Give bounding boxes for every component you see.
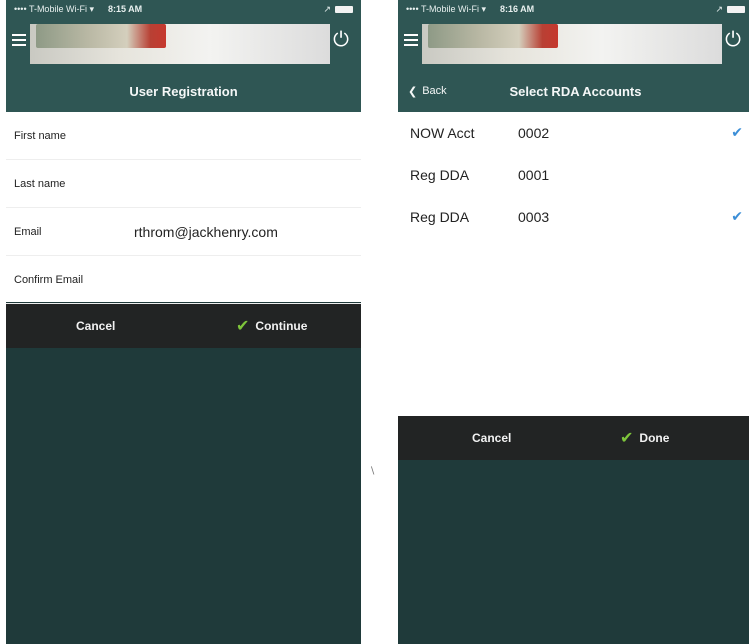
stray-mark: ∖ — [369, 466, 376, 477]
back-label: Back — [422, 85, 447, 97]
checkmark-icon: ✔ — [731, 208, 743, 224]
cancel-label: Cancel — [76, 319, 116, 333]
hamburger-icon[interactable] — [404, 34, 418, 46]
location-icon: ↗ — [323, 3, 331, 14]
power-icon[interactable]: ⏻ — [721, 30, 745, 58]
account-number: 0003 — [518, 209, 550, 225]
done-label: Done — [639, 431, 670, 445]
status-icons: ↗ — [323, 4, 353, 15]
chevron-left-icon: ❮ — [408, 85, 418, 98]
bank-banner — [422, 24, 722, 64]
last-name-label: Last name — [14, 177, 66, 190]
account-number: 0002 — [518, 125, 550, 141]
battery-icon — [335, 5, 353, 13]
phone-screen-registration: •••• T-Mobile Wi-Fi ▾ 8:15 AM ↗ ⏻ User R… — [6, 0, 361, 644]
continue-label: Continue — [255, 319, 308, 333]
list-item[interactable]: Reg DDA 0003 ✔ — [398, 196, 749, 238]
carrier-label: •••• T-Mobile Wi-Fi ▾ — [406, 3, 486, 14]
cancel-button[interactable]: Cancel — [76, 304, 115, 348]
battery-icon — [727, 5, 745, 13]
first-name-label: First name — [14, 129, 66, 142]
location-icon: ↗ — [715, 3, 723, 14]
action-bar: Cancel ✔ Done — [398, 416, 749, 460]
app-header: ⏻ — [6, 18, 361, 70]
power-icon[interactable]: ⏻ — [329, 30, 353, 58]
nav-title-bar: ❮ Back Select RDA Accounts — [398, 70, 749, 112]
confirm-email-label: Confirm Email — [14, 273, 84, 286]
status-bar: •••• T-Mobile Wi-Fi ▾ 8:16 AM ↗ — [398, 0, 749, 18]
check-icon: ✔ — [620, 430, 634, 447]
status-bar: •••• T-Mobile Wi-Fi ▾ 8:15 AM ↗ — [6, 0, 361, 18]
registration-form: First name Last name Email rthrom@jackhe… — [6, 112, 361, 304]
page-title: Select RDA Accounts — [509, 83, 642, 99]
check-icon: ✔ — [236, 318, 250, 335]
page-title: User Registration — [6, 70, 361, 112]
cancel-label: Cancel — [472, 431, 512, 445]
empty-panel — [6, 348, 361, 644]
banner-logo-art — [428, 24, 558, 48]
carrier-label: •••• T-Mobile Wi-Fi ▾ — [14, 3, 94, 14]
action-bar: Cancel ✔ Continue — [6, 304, 361, 348]
back-button[interactable]: ❮ Back — [408, 70, 447, 112]
cancel-button[interactable]: Cancel — [472, 416, 511, 460]
continue-button[interactable]: ✔ Continue — [236, 304, 307, 348]
phone-screen-rda-accounts: •••• T-Mobile Wi-Fi ▾ 8:16 AM ↗ ⏻ ❮ Back… — [398, 0, 749, 644]
last-name-field[interactable]: Last name — [6, 160, 361, 208]
email-label: Email — [14, 225, 42, 238]
hamburger-icon[interactable] — [12, 34, 26, 46]
bank-banner — [30, 24, 330, 64]
email-field[interactable]: Email rthrom@jackhenry.com — [6, 208, 361, 256]
status-icons: ↗ — [715, 4, 745, 15]
account-number: 0001 — [518, 167, 550, 183]
clock: 8:16 AM — [499, 4, 535, 14]
app-header: ⏻ — [398, 18, 749, 70]
account-type: NOW Acct — [410, 125, 475, 141]
empty-panel — [398, 460, 749, 644]
list-item[interactable]: Reg DDA 0001 — [398, 154, 749, 196]
account-type: Reg DDA — [410, 167, 470, 183]
confirm-email-field[interactable]: Confirm Email — [6, 256, 361, 304]
banner-logo-art — [36, 24, 166, 48]
list-item[interactable]: NOW Acct 0002 ✔ — [398, 112, 749, 154]
email-value[interactable]: rthrom@jackhenry.com — [134, 224, 278, 240]
first-name-field[interactable]: First name — [6, 112, 361, 160]
account-list: NOW Acct 0002 ✔ Reg DDA 0001 Reg DDA 000… — [398, 112, 749, 416]
clock: 8:15 AM — [107, 4, 143, 14]
done-button[interactable]: ✔ Done — [620, 416, 669, 460]
account-type: Reg DDA — [410, 209, 470, 225]
checkmark-icon: ✔ — [731, 124, 743, 140]
